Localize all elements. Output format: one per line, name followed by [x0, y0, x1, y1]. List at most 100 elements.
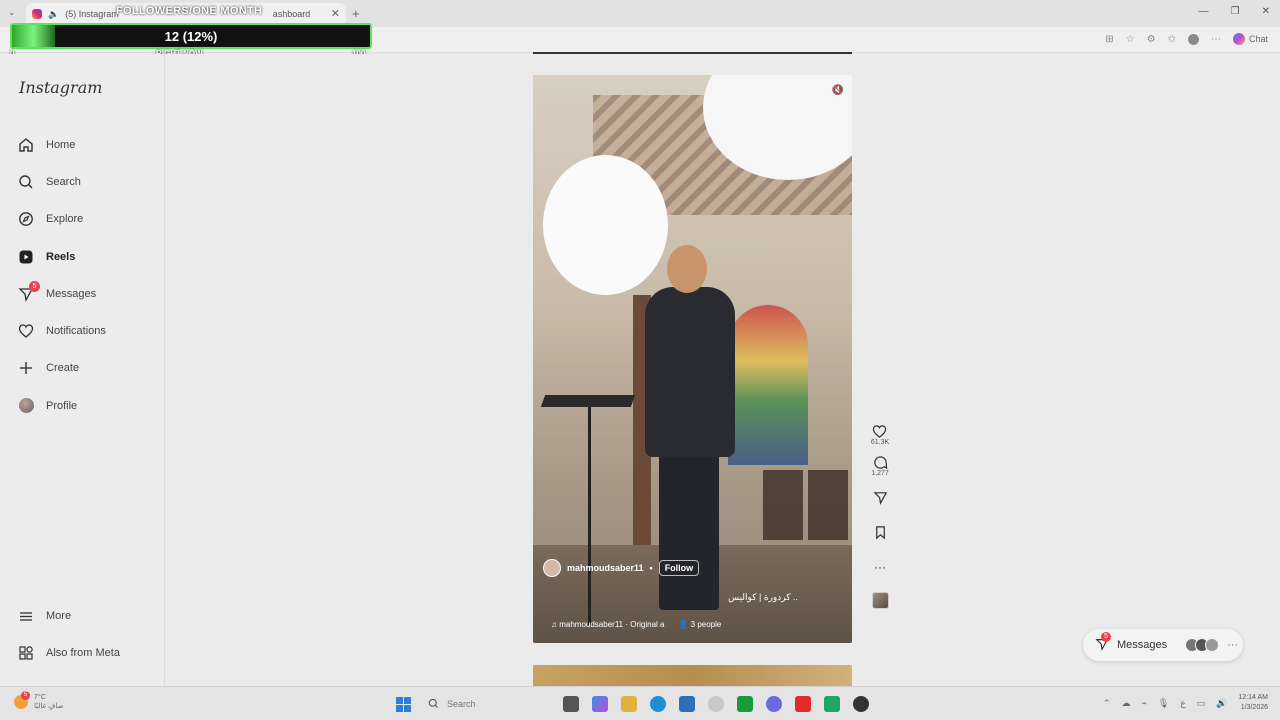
- video-music-stand-pole: [588, 405, 591, 625]
- extensions-icon[interactable]: ⚙: [1147, 34, 1156, 45]
- profile-avatar-icon[interactable]: [1187, 33, 1199, 45]
- sidebar-item-profile[interactable]: Profile: [0, 387, 165, 424]
- search-icon: [18, 174, 34, 190]
- audio-track[interactable]: ♫ mahmoudsaber11 · Original a: [551, 620, 664, 629]
- comment-count: 1,277: [871, 470, 889, 477]
- display-icon[interactable]: ▭: [1197, 698, 1206, 709]
- like-button[interactable]: 61.3K: [871, 424, 889, 446]
- more-dots-icon: ···: [1227, 639, 1239, 651]
- search-icon: [428, 698, 439, 711]
- folder-app-icon[interactable]: [621, 696, 637, 712]
- favorites-icon[interactable]: ✩: [1168, 34, 1176, 45]
- taskbar-search[interactable]: Search: [424, 695, 550, 713]
- more-options-icon[interactable]: ⋯: [1211, 34, 1221, 45]
- app-available-icon[interactable]: ⊞: [1105, 34, 1113, 45]
- messages-pill-button[interactable]: 5 Messages ···: [1083, 629, 1243, 661]
- plus-icon: [18, 360, 34, 376]
- sidebar-item-label: Home: [46, 138, 76, 151]
- file-explorer-app-icon[interactable]: [563, 696, 579, 712]
- sidebar-bottom: More Also from Meta: [0, 597, 165, 672]
- weather-widget[interactable]: 5 7°C صافٍ غالبًا: [14, 691, 64, 711]
- previous-reel-edge: [533, 52, 852, 54]
- home-icon: [18, 137, 34, 153]
- video-chair: [763, 470, 803, 540]
- reel-caption[interactable]: كردورة | كواليس ..: [728, 592, 798, 603]
- window-controls: — ❐ ✕: [1199, 6, 1270, 17]
- instagram-logo[interactable]: Instagram: [19, 78, 102, 97]
- kick-app-icon[interactable]: [737, 696, 753, 712]
- sidebar-item-notifications[interactable]: Notifications: [0, 312, 165, 349]
- streaming-app-icon[interactable]: [824, 696, 840, 712]
- language-icon[interactable]: ع: [1180, 698, 1185, 709]
- clock[interactable]: 12:14 AM 1/3/2026: [1238, 693, 1268, 713]
- author-username[interactable]: mahmoudsaber11: [567, 563, 644, 573]
- close-window-icon[interactable]: ✕: [1262, 6, 1270, 17]
- copilot-chat-button[interactable]: Chat: [1232, 33, 1268, 45]
- author-avatar[interactable]: [543, 559, 561, 577]
- sidebar-item-also-from-meta[interactable]: Also from Meta: [0, 634, 165, 671]
- store-app-icon[interactable]: [679, 696, 695, 712]
- reel-video[interactable]: 🔇 mahmoudsaber11 • Follow كردورة | كوالي…: [533, 75, 852, 643]
- mute-icon[interactable]: 🔇: [832, 85, 844, 96]
- sidebar-item-label: Create: [46, 362, 80, 375]
- microphone-icon[interactable]: 🎙: [1158, 698, 1169, 709]
- video-person-legs: [659, 450, 719, 610]
- meta-apps-icon: [18, 645, 34, 661]
- progress-count: 12 (12%): [164, 29, 218, 44]
- sidebar-item-label: Explore: [46, 213, 84, 226]
- weather-description: صافٍ غالبًا: [34, 703, 64, 710]
- sidebar-item-reels[interactable]: Reels: [0, 238, 165, 275]
- sidebar-item-explore[interactable]: Explore: [0, 201, 165, 238]
- video-light-1: [543, 155, 668, 295]
- weather-icon: 5: [14, 691, 30, 709]
- sidebar-item-home[interactable]: Home: [0, 126, 165, 163]
- reel-author: mahmoudsaber11 • Follow: [543, 559, 700, 577]
- obs-app-icon[interactable]: [853, 696, 869, 712]
- sidebar-item-label: More: [46, 609, 72, 622]
- save-button[interactable]: [873, 525, 888, 540]
- chevron-up-icon[interactable]: ⌃: [1103, 698, 1111, 709]
- taskbar: 5 7°C صافٍ غالبًا Search ⌃ ☁ ⌁ 🎙 ع ▭ 🔊 1…: [0, 686, 1280, 720]
- sidebar-item-label: Messages: [46, 287, 97, 300]
- sidebar-item-label: Search: [46, 175, 81, 188]
- video-stained-glass: [728, 305, 808, 465]
- menu-icon: [18, 608, 34, 624]
- more-options-button[interactable]: ···: [874, 560, 886, 574]
- comment-icon: [873, 456, 887, 470]
- overlay-title: FOLLOWERS/ONE MONTH: [116, 5, 263, 17]
- onedrive-icon[interactable]: ☁: [1121, 698, 1130, 709]
- search-placeholder: Search: [447, 699, 476, 709]
- next-reel-preview[interactable]: [533, 665, 852, 687]
- sidebar-item-create[interactable]: Create: [0, 350, 165, 387]
- video-person-head: [667, 245, 707, 293]
- messages-pill-badge: 5: [1101, 632, 1111, 642]
- minimize-icon[interactable]: —: [1199, 6, 1209, 17]
- reel-actions: 61.3K 1,277 ···: [866, 424, 894, 609]
- favorite-star-icon[interactable]: ☆: [1126, 34, 1135, 45]
- audio-thumbnail[interactable]: [871, 592, 889, 609]
- network-icon[interactable]: ⌁: [1141, 698, 1146, 709]
- maximize-icon[interactable]: ❐: [1231, 6, 1240, 17]
- sidebar-item-search[interactable]: Search: [0, 163, 165, 200]
- messages-pill-label: Messages: [1117, 639, 1168, 651]
- comment-button[interactable]: 1,277: [871, 455, 889, 477]
- windows-start-icon[interactable]: [396, 696, 411, 712]
- chrome-app-icon[interactable]: [708, 696, 724, 712]
- sidebar-item-messages[interactable]: 5 Messages: [0, 275, 165, 312]
- sidebar-item-label: Profile: [46, 399, 78, 412]
- volume-icon[interactable]: 🔊: [1216, 698, 1227, 709]
- edge-app-icon[interactable]: [650, 696, 666, 712]
- youtube-app-icon[interactable]: [795, 696, 811, 712]
- bookmark-icon: [875, 526, 885, 540]
- clock-time: 12:14 AM: [1238, 694, 1268, 701]
- copilot-app-icon[interactable]: [592, 696, 608, 712]
- message-avatars: [1185, 638, 1220, 652]
- share-button[interactable]: [872, 490, 888, 505]
- tagged-people[interactable]: 👤 3 people: [678, 620, 721, 629]
- sidebar-item-more[interactable]: More: [0, 597, 165, 634]
- share-icon: [872, 492, 887, 505]
- follow-button[interactable]: Follow: [658, 560, 700, 576]
- discord-app-icon[interactable]: [766, 696, 782, 712]
- instagram-page: Instagram Home Search Explore Reels 5 Me…: [0, 52, 1280, 687]
- reel-audio-row: ♫ mahmoudsaber11 · Original a 👤 3 people: [551, 620, 721, 629]
